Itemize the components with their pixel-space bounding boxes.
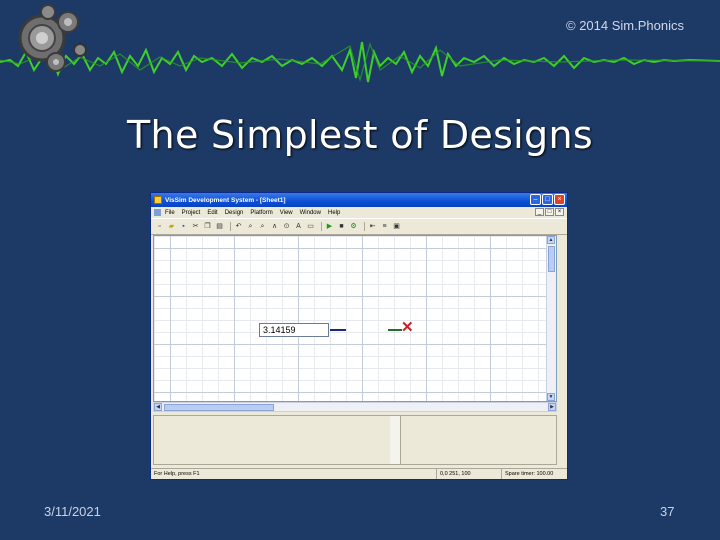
vertical-scroll-thumb[interactable] <box>548 246 555 272</box>
status-bar: For Help, press F1 0,0 251, 100 Spare ti… <box>151 468 567 479</box>
waveform-graphic <box>0 4 720 83</box>
horizontal-scrollbar[interactable]: ◀ ▶ <box>153 402 557 412</box>
diagram-canvas[interactable]: 3.14159 ✕ ▲ ▼ <box>153 235 557 402</box>
connect-icon[interactable]: ∧ <box>270 222 279 231</box>
scroll-right-icon[interactable]: ▶ <box>548 403 556 411</box>
cut-icon[interactable]: ✂ <box>191 222 200 231</box>
document-controls: _ □ × <box>535 208 564 216</box>
menu-bar: File Project Edit Design Platform View W… <box>151 207 567 218</box>
menu-help[interactable]: Help <box>328 210 340 216</box>
toolbar: ▫ ▰ ▪ ✂ ❐ ▤ ↶ ⌕ ⌕ ∧ ⊙ A ▭ ▶ ■ ⚙ ⇤ ≡ ▣ <box>151 218 567 235</box>
copyright-text: © 2014 Sim.Phonics <box>566 18 684 33</box>
minimize-button[interactable]: – <box>530 194 541 205</box>
toolbar-separator <box>364 222 365 231</box>
output-panel <box>153 415 557 465</box>
horizontal-scroll-thumb[interactable] <box>164 404 274 411</box>
zoom-in-icon[interactable]: ⌕ <box>258 222 267 231</box>
step-icon[interactable]: ⚙ <box>349 222 358 231</box>
probe-icon[interactable]: ⇤ <box>368 222 377 231</box>
status-help-text: For Help, press F1 <box>154 471 200 477</box>
stop-icon[interactable]: ■ <box>337 222 346 231</box>
title-bar[interactable]: VisSim Development System - [Sheet1] – □… <box>151 193 567 207</box>
doc-close-button[interactable]: × <box>555 208 564 216</box>
paste-icon[interactable]: ▤ <box>215 222 224 231</box>
menu-edit[interactable]: Edit <box>207 210 217 216</box>
status-position: 0,0 251, 100 <box>436 469 471 479</box>
slide-number: 37 <box>660 504 675 519</box>
menu-platform[interactable]: Platform <box>250 210 272 216</box>
text-icon[interactable]: A <box>294 222 303 231</box>
window-controls: – □ × <box>530 194 565 205</box>
play-icon[interactable]: ▶ <box>325 222 334 231</box>
constant-output-wire[interactable] <box>330 329 346 331</box>
slide-title: The Simplest of Designs <box>127 113 593 157</box>
new-icon[interactable]: ▫ <box>155 222 164 231</box>
vertical-scrollbar[interactable]: ▲ ▼ <box>546 236 556 401</box>
constant-block[interactable]: 3.14159 <box>259 323 329 337</box>
toolbar-separator <box>230 222 231 231</box>
menu-window[interactable]: Window <box>300 210 321 216</box>
status-timer: Spare timer: 100.00 <box>501 469 553 479</box>
label-icon[interactable]: ⊙ <box>282 222 291 231</box>
output-pane[interactable] <box>154 416 391 464</box>
output-pane-scrollbar[interactable] <box>390 416 401 464</box>
menu-project[interactable]: Project <box>182 210 201 216</box>
scroll-down-icon[interactable]: ▼ <box>547 393 555 401</box>
slide: © 2014 Sim.Phonics The Simplest of Desig… <box>0 0 720 540</box>
footer-date: 3/11/2021 <box>44 504 101 519</box>
window-title: VisSim Development System - [Sheet1] <box>165 196 286 204</box>
menu-view[interactable]: View <box>280 210 293 216</box>
maximize-button[interactable]: □ <box>542 194 553 205</box>
app-window: VisSim Development System - [Sheet1] – □… <box>150 192 568 480</box>
scroll-left-icon[interactable]: ◀ <box>154 403 162 411</box>
menu-file[interactable]: File <box>165 210 175 216</box>
block-icon[interactable]: ▭ <box>306 222 315 231</box>
menu-design[interactable]: Design <box>225 210 244 216</box>
doc-minimize-button[interactable]: _ <box>535 208 544 216</box>
scroll-up-icon[interactable]: ▲ <box>547 236 555 244</box>
copy-icon[interactable]: ❐ <box>203 222 212 231</box>
document-icon[interactable] <box>154 209 161 216</box>
terminator-input-wire[interactable] <box>388 329 402 331</box>
app-icon <box>154 196 162 204</box>
undo-icon[interactable]: ↶ <box>234 222 243 231</box>
save-icon[interactable]: ▪ <box>179 222 188 231</box>
close-button[interactable]: × <box>554 194 565 205</box>
terminator-x-icon[interactable]: ✕ <box>401 320 414 335</box>
canvas-grid <box>154 236 556 401</box>
properties-icon[interactable]: ≡ <box>380 222 389 231</box>
header-waveform-banner: © 2014 Sim.Phonics <box>0 0 720 95</box>
open-icon[interactable]: ▰ <box>167 222 176 231</box>
doc-restore-button[interactable]: □ <box>545 208 554 216</box>
zoom-icon[interactable]: ⌕ <box>246 222 255 231</box>
toolbar-separator <box>321 222 322 231</box>
display-icon[interactable]: ▣ <box>392 222 401 231</box>
